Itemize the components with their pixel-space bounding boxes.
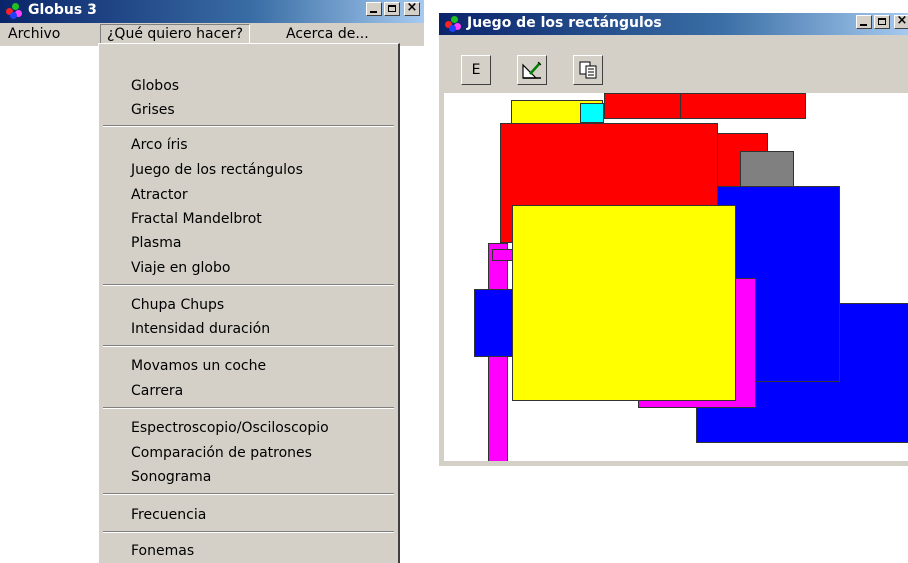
copy-button[interactable] [573, 55, 603, 85]
minimize-icon[interactable] [366, 2, 382, 16]
close-icon[interactable]: × [404, 0, 420, 16]
ruler-pencil-icon [522, 61, 542, 79]
menu-item-movamos-un-coche[interactable]: Movamos un coche [131, 357, 266, 375]
menu-archivo[interactable]: Archivo [2, 25, 66, 44]
drawing-canvas[interactable] [444, 93, 908, 461]
globus-titlebar[interactable]: Globus 3 × [0, 0, 424, 23]
menu-item-frecuencia[interactable]: Frecuencia [131, 506, 206, 524]
que-quiero-hacer-dropdown: Globos Grises Arco íris Juego de los rec… [98, 43, 400, 563]
rect-magenta [492, 249, 514, 261]
menu-item-comparacion-patrones[interactable]: Comparación de patrones [131, 444, 312, 462]
toolbar: E [439, 35, 908, 93]
minimize-icon[interactable] [856, 15, 872, 29]
menu-separator [103, 345, 394, 347]
copy-icon [579, 61, 597, 79]
rect-red [680, 93, 806, 119]
menu-item-juego-rectangulos[interactable]: Juego de los rectángulos [131, 161, 303, 179]
close-icon[interactable]: × [894, 13, 908, 29]
menu-item-espectroscopio[interactable]: Espectroscopio/Osciloscopio [131, 419, 329, 437]
menu-item-atractor[interactable]: Atractor [131, 186, 188, 204]
menu-item-fractal-mandelbrot[interactable]: Fractal Mandelbrot [131, 210, 262, 228]
globus-window: Globus 3 × Archivo ¿Qué quiero hacer? Ac… [0, 0, 424, 46]
rect-blue [474, 289, 514, 357]
rect-gray [740, 151, 794, 187]
app-globe-icon [6, 3, 24, 19]
menu-item-intensidad-duracion[interactable]: Intensidad duración [131, 320, 270, 338]
app-globe-icon [445, 16, 463, 32]
menu-separator [103, 407, 394, 409]
rect-yellow [512, 205, 736, 401]
menu-separator [103, 531, 394, 533]
menu-separator [103, 125, 394, 127]
menu-acerca-de[interactable]: Acerca de... [280, 25, 375, 44]
rectangulos-titlebar[interactable]: Juego de los rectángulos × [439, 13, 908, 35]
menu-item-plasma[interactable]: Plasma [131, 234, 181, 252]
menu-item-grises[interactable]: Grises [131, 101, 175, 119]
maximize-icon[interactable] [384, 2, 400, 16]
menu-item-carrera[interactable]: Carrera [131, 382, 183, 400]
menu-separator [103, 284, 394, 286]
ruler-pencil-button[interactable] [517, 55, 547, 85]
rectangulos-window: Juego de los rectángulos × E [438, 12, 908, 466]
menu-separator [103, 493, 394, 495]
menu-item-arco-iris[interactable]: Arco íris [131, 136, 188, 154]
window-title: Juego de los rectángulos [467, 15, 662, 31]
menu-item-sonograma[interactable]: Sonograma [131, 468, 211, 486]
menu-item-globos[interactable]: Globos [131, 77, 179, 95]
e-button[interactable]: E [461, 55, 491, 85]
menu-item-chupa-chups[interactable]: Chupa Chups [131, 296, 224, 314]
menu-item-fonemas[interactable]: Fonemas [131, 542, 194, 560]
window-title: Globus 3 [28, 2, 97, 18]
rect-red [604, 93, 682, 119]
menu-que-quiero-hacer[interactable]: ¿Qué quiero hacer? [100, 24, 251, 45]
menu-item-viaje-en-globo[interactable]: Viaje en globo [131, 259, 230, 277]
rect-cyan [580, 103, 604, 123]
maximize-icon[interactable] [874, 15, 890, 29]
